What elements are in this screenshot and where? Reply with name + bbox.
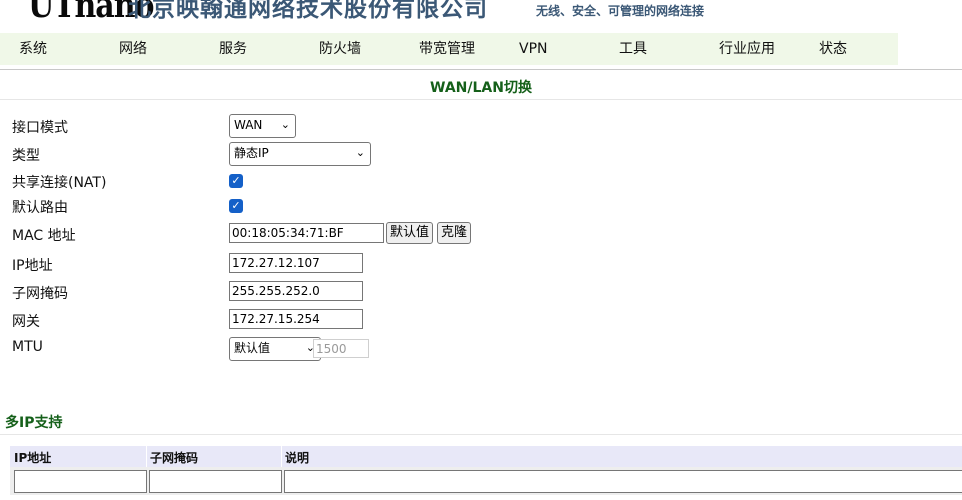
page-title: WAN/LAN切换 — [430, 80, 532, 96]
mtu-select[interactable]: 默认值 ⌄ — [229, 337, 321, 361]
multi-ip-description-input[interactable] — [284, 470, 962, 493]
nat-label: 共享连接(NAT) — [12, 175, 107, 191]
menu-item-qos[interactable]: 带宽管理 — [419, 33, 475, 65]
interface-mode-label: 接口模式 — [12, 120, 68, 136]
column-header-description: 说明 — [285, 451, 310, 465]
type-select[interactable]: 静态IP ⌄ — [229, 142, 371, 166]
company-name: 北京映翰通网络技术股份有限公司 — [128, 0, 488, 22]
mac-input[interactable] — [229, 223, 384, 243]
menu-item-services[interactable]: 服务 — [219, 33, 247, 65]
mac-clone-button[interactable]: 克隆 — [437, 222, 472, 244]
chevron-down-icon: ⌄ — [280, 118, 290, 131]
multi-ip-netmask-input[interactable] — [149, 470, 282, 493]
mtu-input[interactable] — [313, 339, 369, 358]
checkmark-icon: ✓ — [231, 174, 241, 187]
type-value: 静态IP — [234, 146, 269, 160]
column-separator — [146, 446, 147, 467]
menu-item-system[interactable]: 系统 — [19, 33, 47, 65]
ip-input[interactable] — [229, 253, 363, 273]
column-header-netmask: 子网掩码 — [150, 451, 199, 465]
gateway-input[interactable] — [229, 309, 363, 329]
default-route-checkbox[interactable]: ✓ — [229, 199, 243, 213]
menu-item-firewall[interactable]: 防火墙 — [319, 33, 361, 65]
multi-ip-table-header: IP地址 子网掩码 说明 — [10, 446, 962, 467]
menu-item-applications[interactable]: 行业应用 — [719, 33, 775, 65]
chevron-down-icon: ⌄ — [355, 146, 365, 159]
menu-item-status[interactable]: 状态 — [819, 33, 847, 65]
multi-ip-title: 多IP支持 — [5, 415, 63, 431]
table-row — [10, 467, 962, 495]
column-separator — [281, 446, 282, 467]
default-route-label: 默认路由 — [12, 200, 68, 216]
netmask-label: 子网掩码 — [12, 286, 68, 302]
mac-default-button[interactable]: 默认值 — [386, 222, 434, 244]
company-slogan: 无线、安全、可管理的网络连接 — [536, 4, 705, 18]
multi-ip-address-input[interactable] — [14, 470, 147, 493]
interface-mode-select[interactable]: WAN ⌄ — [229, 114, 296, 138]
mtu-mode-value: 默认值 — [234, 341, 271, 355]
checkmark-icon: ✓ — [231, 199, 241, 212]
menu-item-tools[interactable]: 工具 — [619, 33, 647, 65]
mtu-label: MTU — [12, 339, 43, 355]
interface-mode-value: WAN — [234, 118, 263, 132]
gateway-label: 网关 — [12, 314, 40, 330]
menu-divider — [0, 69, 962, 70]
netmask-input[interactable] — [229, 281, 363, 301]
mac-label: MAC 地址 — [12, 228, 76, 244]
type-label: 类型 — [12, 148, 40, 164]
multi-ip-divider — [0, 434, 962, 435]
nat-checkbox[interactable]: ✓ — [229, 174, 243, 188]
menu-item-network[interactable]: 网络 — [119, 33, 147, 65]
title-divider — [0, 99, 962, 100]
ip-label: IP地址 — [12, 258, 53, 274]
column-header-ip: IP地址 — [14, 451, 52, 465]
menu-item-vpn[interactable]: VPN — [519, 33, 548, 65]
header: UTnano 北京映翰通网络技术股份有限公司 无线、安全、可管理的网络连接 — [0, 0, 962, 30]
main-menu: 系统 网络 服务 防火墙 带宽管理 VPN 工具 行业应用 状态 — [0, 33, 898, 65]
